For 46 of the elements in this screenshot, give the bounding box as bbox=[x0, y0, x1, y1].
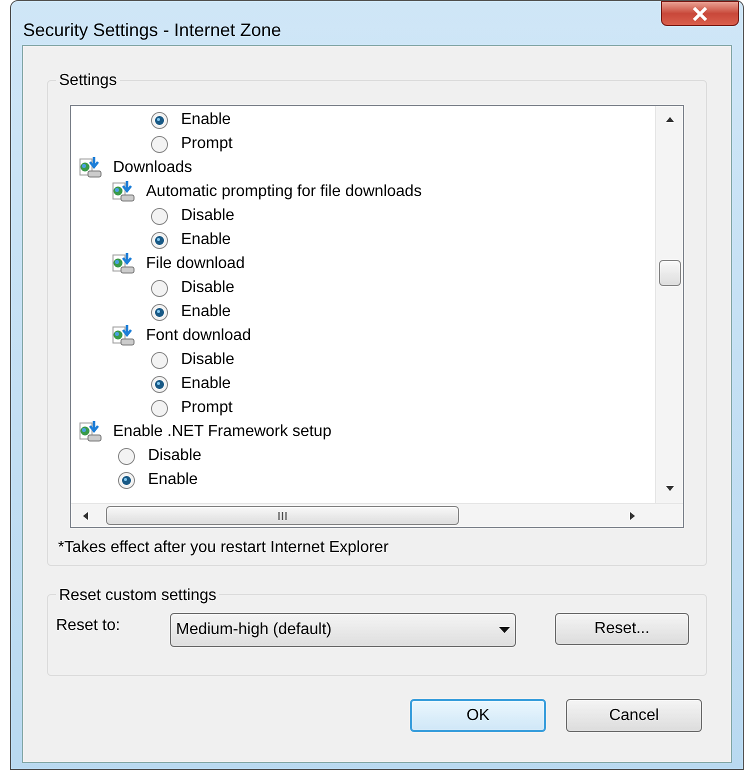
setting-label: Font download bbox=[146, 326, 251, 346]
close-icon bbox=[692, 6, 708, 20]
window-title: Security Settings - Internet Zone bbox=[23, 19, 282, 42]
radio-button[interactable] bbox=[150, 374, 169, 394]
option-label[interactable]: Disable bbox=[148, 444, 202, 468]
setting-label: Enable .NET Framework setup bbox=[113, 422, 332, 442]
reset-level-dropdown[interactable]: Medium-high (default) bbox=[170, 613, 516, 647]
setting-label: Automatic prompting for file downloads bbox=[146, 182, 422, 202]
option-label[interactable]: Disable bbox=[181, 348, 234, 372]
option-label[interactable]: Enable bbox=[181, 108, 231, 132]
option-label[interactable]: Prompt bbox=[181, 132, 233, 156]
radio-button[interactable] bbox=[150, 278, 169, 298]
radio-button[interactable] bbox=[150, 110, 169, 130]
radio-button[interactable] bbox=[117, 446, 136, 466]
radio-button[interactable] bbox=[150, 350, 169, 370]
option-label[interactable]: Enable bbox=[181, 228, 231, 252]
radio-button[interactable] bbox=[150, 230, 169, 250]
radio-button[interactable] bbox=[150, 134, 169, 154]
radio-button[interactable] bbox=[117, 470, 136, 490]
grip-icon bbox=[278, 512, 287, 520]
option-label[interactable]: Prompt bbox=[181, 396, 233, 420]
horizontal-scrollbar[interactable] bbox=[71, 503, 683, 527]
option-label[interactable]: Disable bbox=[181, 276, 234, 300]
reset-to-label: Reset to: bbox=[56, 616, 122, 636]
scroll-thumb[interactable] bbox=[659, 260, 681, 286]
scroll-down-icon[interactable] bbox=[666, 486, 674, 491]
vertical-scrollbar[interactable] bbox=[655, 106, 683, 504]
dropdown-caret-icon bbox=[499, 627, 510, 633]
dialog-button[interactable]: OK bbox=[410, 699, 546, 732]
radio-button[interactable] bbox=[150, 398, 169, 418]
option-label[interactable]: Enable bbox=[148, 468, 198, 492]
scroll-up-icon[interactable] bbox=[666, 117, 674, 122]
scroll-left-icon[interactable] bbox=[83, 512, 88, 520]
radio-button[interactable] bbox=[150, 206, 169, 226]
setting-label: File download bbox=[146, 254, 245, 274]
option-label[interactable]: Enable bbox=[181, 372, 231, 396]
close-button[interactable] bbox=[661, 1, 739, 26]
option-label[interactable]: Enable bbox=[181, 300, 231, 324]
option-label[interactable]: Disable bbox=[181, 204, 234, 228]
scroll-thumb[interactable] bbox=[106, 506, 459, 525]
setting-label: Downloads bbox=[113, 158, 192, 178]
dialog-button[interactable]: Cancel bbox=[566, 699, 702, 732]
radio-button[interactable] bbox=[150, 302, 169, 322]
restart-note: *Takes effect after you restart Internet Explorer bbox=[58, 538, 390, 558]
scroll-right-icon[interactable] bbox=[630, 512, 635, 520]
reset-button[interactable]: Reset... bbox=[555, 613, 689, 645]
